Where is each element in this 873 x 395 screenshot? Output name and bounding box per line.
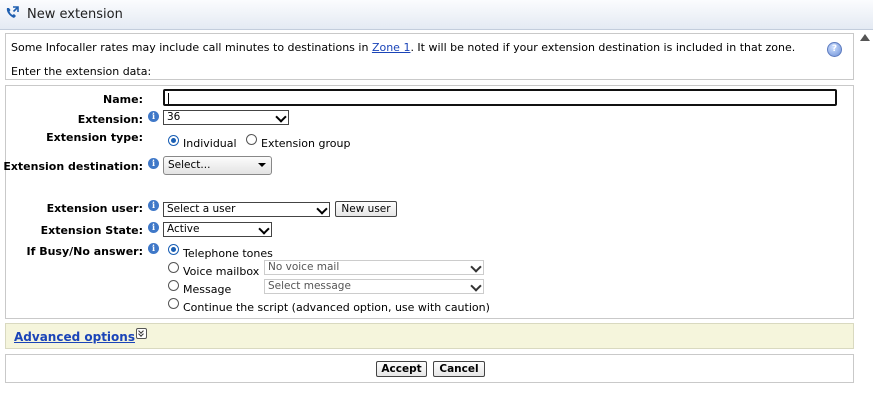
text-caret xyxy=(168,93,169,104)
message-select[interactable]: Select message xyxy=(264,279,484,294)
new-user-button[interactable]: New user xyxy=(335,201,397,217)
radio-message-label: Message xyxy=(183,283,232,296)
advanced-options-bar[interactable]: Advanced options xyxy=(5,323,854,349)
zone-notice-text-end: . It will be noted if your extension des… xyxy=(410,41,796,54)
name-label: Name: xyxy=(103,93,143,106)
action-bar: Accept Cancel xyxy=(5,354,854,383)
state-info-icon[interactable]: i xyxy=(148,222,159,233)
cancel-button[interactable]: Cancel xyxy=(433,361,485,377)
user-select[interactable]: Select a user xyxy=(163,202,330,217)
dropdown-arrow-icon xyxy=(258,163,266,167)
busy-info-icon[interactable]: i xyxy=(148,243,159,254)
enter-data-label: Enter the extension data: xyxy=(11,65,152,78)
radio-extension-group[interactable] xyxy=(246,134,257,145)
extension-label: Extension: xyxy=(77,113,143,126)
radio-voice-mailbox[interactable] xyxy=(168,262,179,273)
extension-select-value: 36 xyxy=(167,111,181,123)
help-icon[interactable]: ? xyxy=(827,42,842,57)
extension-info-icon[interactable]: i xyxy=(148,111,159,122)
radio-message[interactable] xyxy=(168,280,179,291)
chevron-down-icon xyxy=(470,280,482,292)
radio-telephone-tones-label: Telephone tones xyxy=(183,247,273,260)
expand-double-chevron-icon[interactable] xyxy=(136,328,147,339)
voice-mailbox-select[interactable]: No voice mail xyxy=(264,260,484,275)
chevron-down-icon xyxy=(316,203,328,215)
user-label: Extension user: xyxy=(46,202,143,215)
state-select[interactable]: Active xyxy=(163,222,272,237)
extension-form: Name: Extension: i 36 Extension type: In… xyxy=(3,85,854,319)
chevron-down-icon xyxy=(258,223,270,235)
window-title: New extension xyxy=(27,7,123,22)
user-info-icon[interactable]: i xyxy=(148,200,159,211)
user-select-value: Select a user xyxy=(167,203,236,215)
destination-select[interactable]: Select... xyxy=(163,156,272,175)
advanced-options-link[interactable]: Advanced options xyxy=(14,330,135,344)
radio-extension-group-label: Extension group xyxy=(261,137,351,150)
vertical-scrollbar[interactable] xyxy=(857,30,873,395)
radio-individual-label: Individual xyxy=(183,137,237,150)
extension-type-label: Extension type: xyxy=(46,131,143,144)
extension-select[interactable]: 36 xyxy=(163,110,289,125)
state-select-value: Active xyxy=(167,223,200,235)
scroll-up-icon[interactable] xyxy=(860,34,870,41)
zone-1-link[interactable]: Zone 1 xyxy=(372,41,411,54)
phone-transfer-icon xyxy=(6,6,19,18)
radio-continue-script[interactable] xyxy=(168,298,179,309)
message-select-value: Select message xyxy=(268,280,351,292)
destination-info-icon[interactable]: i xyxy=(148,158,159,169)
radio-continue-script-label: Continue the script (advanced option, us… xyxy=(183,301,490,314)
name-input[interactable] xyxy=(163,89,837,106)
accept-button[interactable]: Accept xyxy=(376,361,427,377)
zone-notice: Some Infocaller rates may include call m… xyxy=(11,41,795,54)
voice-mailbox-select-value: No voice mail xyxy=(268,261,340,273)
window-titlebar: New extension xyxy=(0,0,873,30)
info-panel: Some Infocaller rates may include call m… xyxy=(5,33,854,80)
chevron-down-icon xyxy=(470,261,482,273)
radio-telephone-tones[interactable] xyxy=(168,244,179,255)
busy-label: If Busy/No answer: xyxy=(26,245,144,258)
destination-select-value: Select... xyxy=(168,159,211,171)
state-label: Extension State: xyxy=(40,224,143,237)
radio-individual[interactable] xyxy=(168,135,179,146)
chevron-down-icon xyxy=(275,111,287,123)
zone-notice-text: Some Infocaller rates may include call m… xyxy=(11,41,372,54)
radio-voice-mailbox-label: Voice mailbox xyxy=(183,265,260,278)
destination-label: Extension destination: xyxy=(3,160,143,173)
